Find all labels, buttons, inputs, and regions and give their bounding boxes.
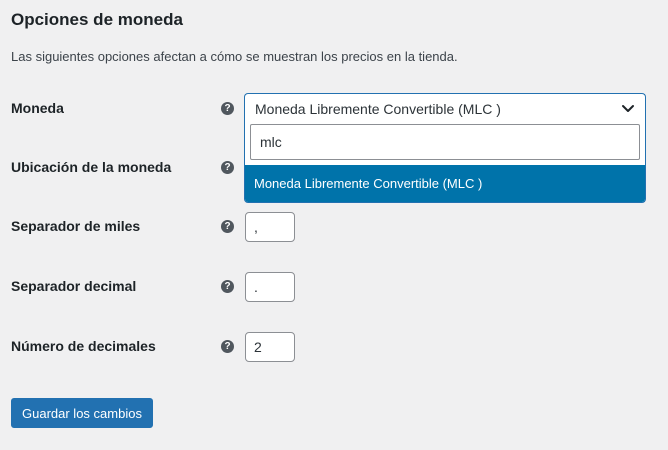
save-changes-button[interactable]: Guardar los cambios (11, 398, 153, 428)
chevron-down-icon (622, 105, 634, 112)
thousand-separator-label: Separador de miles (11, 218, 141, 234)
help-icon[interactable]: ? (221, 280, 234, 293)
section-description: Las siguientes opciones afectan a cómo s… (11, 49, 458, 64)
help-icon[interactable]: ? (221, 220, 234, 233)
help-icon[interactable]: ? (221, 340, 234, 353)
currency-select-value: Moneda Libremente Convertible (MLC ) (255, 101, 501, 117)
currency-option-highlighted[interactable]: Moneda Libremente Convertible (MLC ) (245, 165, 645, 202)
thousand-separator-input[interactable] (245, 212, 295, 242)
currency-select[interactable]: Moneda Libremente Convertible (MLC ) (244, 93, 646, 123)
decimals-count-input[interactable] (245, 332, 295, 362)
currency-dropdown: Moneda Libremente Convertible (MLC ) (244, 123, 646, 203)
currency-label: Moneda (11, 100, 64, 116)
currency-position-label: Ubicación de la moneda (11, 159, 172, 175)
currency-search-input[interactable] (250, 124, 640, 160)
help-icon[interactable]: ? (221, 102, 234, 115)
decimals-count-label: Número de decimales (11, 338, 156, 354)
decimal-separator-label: Separador decimal (11, 278, 137, 294)
help-icon[interactable]: ? (221, 161, 234, 174)
section-title: Opciones de moneda (11, 10, 183, 29)
decimal-separator-input[interactable] (245, 272, 295, 302)
